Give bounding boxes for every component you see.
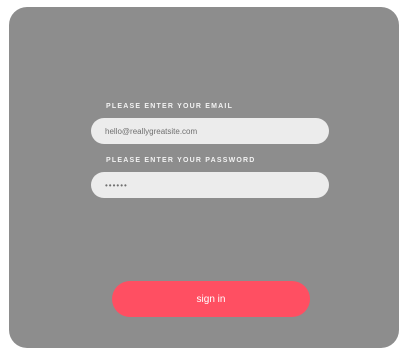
password-value: •••••• bbox=[105, 180, 128, 190]
email-label: PLEASE ENTER YOUR EMAIL bbox=[106, 103, 234, 110]
password-label: PLEASE ENTER YOUR PASSWORD bbox=[106, 157, 256, 164]
email-field[interactable]: hello@reallygreatsite.com bbox=[91, 118, 329, 144]
password-field[interactable]: •••••• bbox=[91, 172, 329, 198]
email-value: hello@reallygreatsite.com bbox=[105, 126, 198, 136]
sign-in-button[interactable]: sign in bbox=[112, 281, 310, 317]
sign-in-label: sign in bbox=[196, 293, 226, 305]
